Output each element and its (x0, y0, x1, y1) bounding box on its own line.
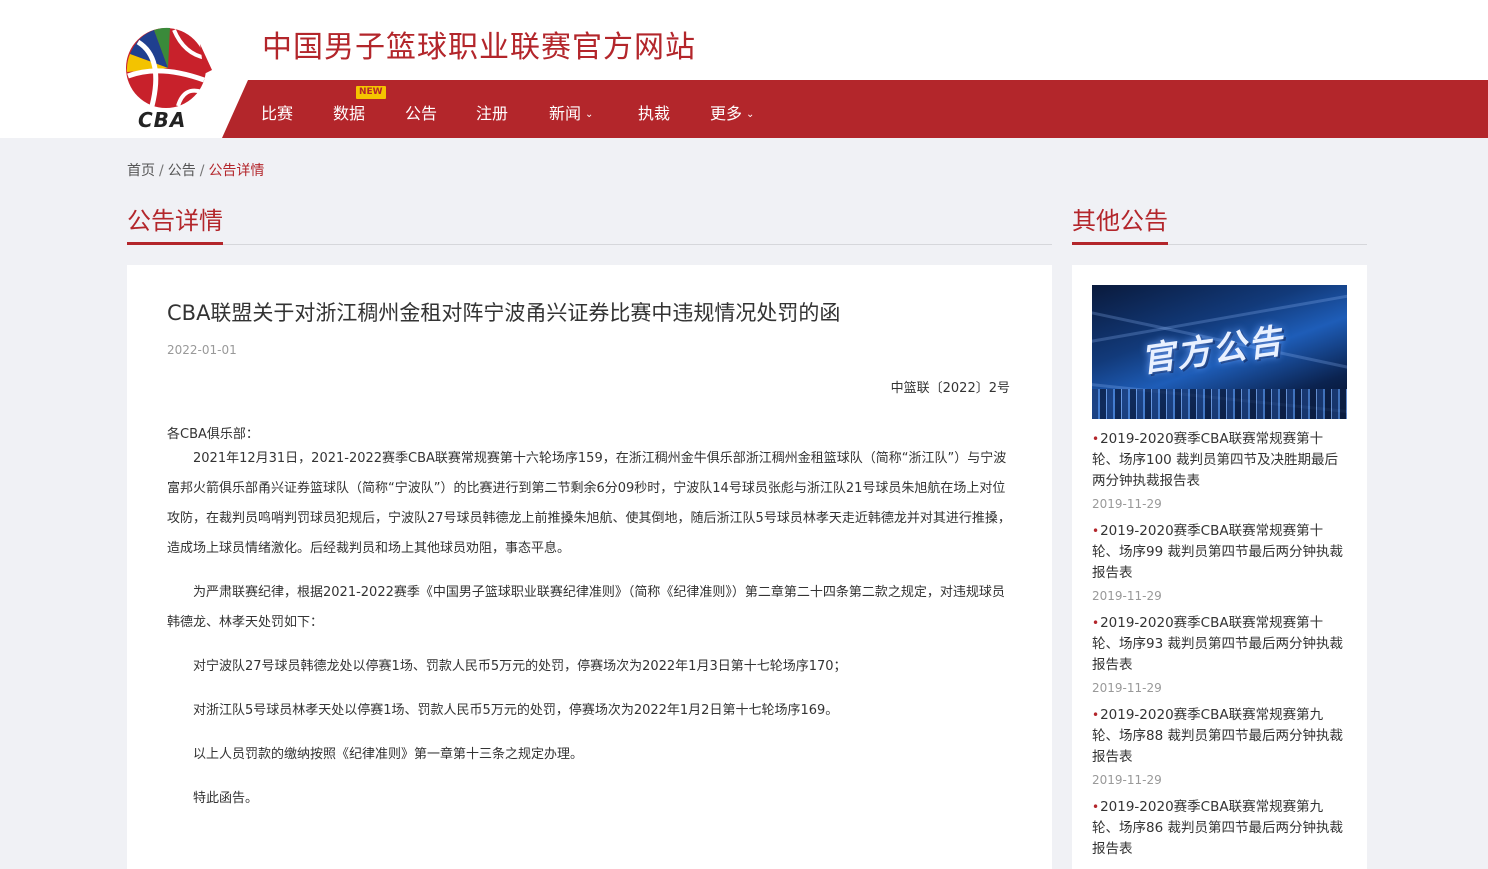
article-title: CBA联盟关于对浙江稠州金租对阵宁波甬兴证券比赛中违规情况处罚的函 (167, 301, 841, 325)
main-section-head: 公告详情 (127, 205, 1052, 245)
breadcrumb-notices[interactable]: 公告 (168, 163, 196, 179)
breadcrumb-current: 公告详情 (208, 163, 265, 179)
article-card: CBA联盟关于对浙江稠州金租对阵宁波甬兴证券比赛中违规情况处罚的函 2022-0… (127, 265, 1052, 869)
notice-item[interactable]: •2019-2020赛季CBA联赛常规赛第十轮、场序100 裁判员第四节及决胜期… (1092, 429, 1347, 511)
main-nav: 比赛 数据 公告 注册 新闻 ⌄ 执裁 更多 ⌄ (222, 80, 1488, 138)
article-paragraph: 为严肃联赛纪律，根据2021-2022赛季《中国男子篮球职业联赛纪律准则》（简称… (167, 585, 1005, 630)
nav-item-more[interactable]: 更多 ⌄ (710, 100, 754, 124)
breadcrumb: 首页 / 公告 / 公告详情 (127, 160, 264, 180)
article-paragraph: 对浙江队5号球员林孝天处以停赛1场、罚款人民币5万元的处罚，停赛场次为2022年… (193, 703, 839, 718)
notice-item[interactable]: •2019-2020赛季CBA联赛常规赛第九轮、场序86 裁判员第四节最后两分钟… (1092, 797, 1347, 860)
nav-item-stats[interactable]: 数据 (333, 100, 365, 124)
site-title: 中国男子篮球职业联赛官方网站 (262, 30, 696, 65)
article-addressee: 各CBA俱乐部： (167, 427, 259, 442)
site-header: CBA 中国男子篮球职业联赛官方网站 比赛 数据 公告 注册 新闻 ⌄ 执裁 更多… (0, 0, 1488, 138)
article-paragraph: 特此函告。 (193, 791, 259, 806)
logo-text: CBA (138, 108, 187, 132)
notice-title[interactable]: 2019-2020赛季CBA联赛常规赛第九轮、场序86 裁判员第四节最后两分钟执… (1092, 799, 1343, 857)
notice-date: 2019-11-29 (1092, 589, 1162, 603)
notice-title[interactable]: 2019-2020赛季CBA联赛常规赛第十轮、场序100 裁判员第四节及决胜期最… (1092, 431, 1338, 489)
notice-title[interactable]: 2019-2020赛季CBA联赛常规赛第九轮、场序88 裁判员第四节最后两分钟执… (1092, 707, 1343, 765)
notice-item[interactable]: •2019-2020赛季CBA联赛常规赛第十轮、场序99 裁判员第四节最后两分钟… (1092, 521, 1347, 603)
article-date: 2022-01-01 (167, 343, 237, 357)
nav-item-officiating[interactable]: 执裁 (638, 100, 670, 124)
bullet-icon: • (1092, 800, 1100, 814)
notice-title[interactable]: 2019-2020赛季CBA联赛常规赛第十轮、场序93 裁判员第四节最后两分钟执… (1092, 615, 1343, 673)
document-number: 中篮联〔2022〕2号 (890, 381, 1010, 396)
breadcrumb-home[interactable]: 首页 (127, 163, 155, 179)
nav-item-news[interactable]: 新闻 ⌄ (549, 100, 593, 124)
new-badge: NEW (356, 86, 386, 99)
cba-logo[interactable]: CBA (124, 24, 214, 132)
article-paragraph: 以上人员罚款的缴纳按照《纪律准则》第一章第十三条之规定办理。 (193, 747, 584, 762)
bullet-icon: • (1092, 432, 1100, 446)
breadcrumb-separator: / (159, 163, 164, 179)
bullet-icon: • (1092, 708, 1100, 722)
notice-date: 2019-11-29 (1092, 497, 1162, 511)
article-paragraph: 对宁波队27号球员韩德龙处以停赛1场、罚款人民币5万元的处罚，停赛场次为2022… (193, 659, 847, 674)
notice-date: 2019-11-29 (1092, 773, 1162, 787)
nav-item-notices[interactable]: 公告 (405, 100, 437, 124)
article-paragraph: 2021年12月31日，2021-2022赛季CBA联赛常规赛第十六轮场序159… (167, 451, 1011, 556)
chevron-down-icon: ⌄ (746, 109, 755, 120)
other-notices-panel: 官方公告 •2019-2020赛季CBA联赛常规赛第十轮、场序100 裁判员第四… (1072, 265, 1367, 869)
bullet-icon: • (1092, 524, 1100, 538)
sidebar-section-head: 其他公告 (1072, 205, 1367, 245)
notice-date: 2019-11-29 (1092, 681, 1162, 695)
sidebar-section-title: 其他公告 (1072, 205, 1168, 245)
nav-item-matches[interactable]: 比赛 (261, 100, 293, 124)
official-notice-banner[interactable]: 官方公告 (1092, 285, 1347, 419)
banner-text: 官方公告 (1138, 321, 1287, 381)
breadcrumb-separator: / (199, 163, 205, 179)
nav-item-registration[interactable]: 注册 (476, 100, 508, 124)
notice-item[interactable]: •2019-2020赛季CBA联赛常规赛第十轮、场序93 裁判员第四节最后两分钟… (1092, 613, 1347, 695)
banner-city-lights (1092, 389, 1347, 419)
bullet-icon: • (1092, 616, 1100, 630)
main-section-title: 公告详情 (127, 205, 223, 245)
notice-title[interactable]: 2019-2020赛季CBA联赛常规赛第十轮、场序99 裁判员第四节最后两分钟执… (1092, 523, 1343, 581)
notice-item[interactable]: •2019-2020赛季CBA联赛常规赛第九轮、场序88 裁判员第四节最后两分钟… (1092, 705, 1347, 787)
chevron-down-icon: ⌄ (585, 109, 594, 120)
